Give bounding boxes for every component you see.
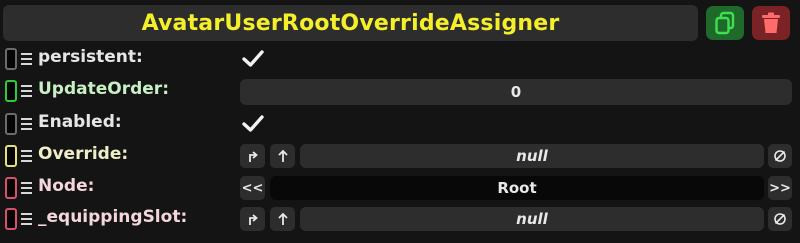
component-title: AvatarUserRootOverrideAssigner xyxy=(141,10,560,36)
enum-next-button[interactable]: >> xyxy=(768,176,792,200)
jump-arrow-icon xyxy=(248,151,258,162)
jump-arrow-icon xyxy=(248,214,258,225)
checkmark-icon[interactable] xyxy=(241,49,265,69)
hamburger-menu-icon[interactable] xyxy=(21,179,33,197)
hamburger-menu-icon[interactable] xyxy=(21,147,33,165)
field-value: Root xyxy=(497,179,537,197)
equipping-slot-reference-field[interactable]: null xyxy=(300,207,764,231)
field-label: _equippingSlot: xyxy=(38,207,188,227)
field-row-persistent: persistent: xyxy=(0,45,800,73)
field-label: persistent: xyxy=(38,47,143,67)
enum-prev-label: << xyxy=(241,180,264,196)
field-value: null xyxy=(516,210,548,228)
field-value: 0 xyxy=(510,83,522,101)
enum-prev-button[interactable]: << xyxy=(240,176,265,200)
update-order-input[interactable]: 0 xyxy=(240,79,792,105)
field-label: Node: xyxy=(38,176,95,196)
hamburger-menu-icon[interactable] xyxy=(21,210,33,228)
checkmark-icon[interactable] xyxy=(241,114,265,134)
null-clear-icon xyxy=(774,213,786,225)
enum-next-label: >> xyxy=(769,180,791,196)
drag-handle[interactable] xyxy=(5,208,17,230)
field-row-enabled: Enabled: xyxy=(0,110,800,138)
delete-button[interactable] xyxy=(752,6,790,40)
duplicate-button[interactable] xyxy=(706,6,744,40)
field-value: null xyxy=(516,147,548,165)
field-row-node: Node: << Root >> xyxy=(0,174,800,202)
node-enum-field[interactable]: Root xyxy=(270,176,764,200)
field-label: UpdateOrder: xyxy=(38,79,169,99)
drag-handle[interactable] xyxy=(5,177,17,199)
field-row-updateorder: UpdateOrder: 0 xyxy=(0,77,800,105)
drag-handle[interactable] xyxy=(5,80,17,102)
select-parent-button[interactable] xyxy=(270,207,295,231)
trash-icon xyxy=(762,12,780,33)
jump-to-reference-button[interactable] xyxy=(240,207,265,231)
null-clear-icon xyxy=(774,150,786,162)
clear-reference-button[interactable] xyxy=(768,144,792,168)
duplicate-icon xyxy=(715,11,735,35)
hamburger-menu-icon[interactable] xyxy=(21,50,33,68)
clear-reference-button[interactable] xyxy=(768,207,792,231)
field-row-override: Override: null xyxy=(0,142,800,170)
override-reference-field[interactable]: null xyxy=(300,144,764,168)
field-row-equipping-slot: _equippingSlot: null xyxy=(0,205,800,233)
field-label: Enabled: xyxy=(38,112,122,132)
hamburger-menu-icon[interactable] xyxy=(21,82,33,100)
drag-handle[interactable] xyxy=(5,145,17,167)
select-parent-button[interactable] xyxy=(270,144,295,168)
hamburger-menu-icon[interactable] xyxy=(21,115,33,133)
drag-handle[interactable] xyxy=(5,48,17,70)
arrow-up-icon xyxy=(277,149,288,162)
field-label: Override: xyxy=(38,144,129,164)
component-title-bar: AvatarUserRootOverrideAssigner xyxy=(3,5,698,41)
drag-handle[interactable] xyxy=(5,113,17,135)
jump-to-reference-button[interactable] xyxy=(240,144,265,168)
arrow-up-icon xyxy=(277,212,288,225)
